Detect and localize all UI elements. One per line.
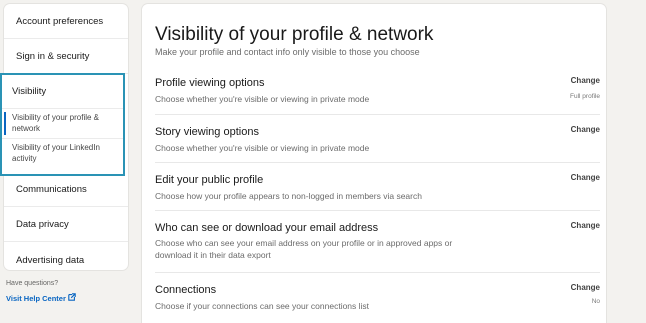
setting-description: Choose whether you're visible or viewing… bbox=[155, 94, 370, 104]
setting-value: No bbox=[591, 298, 600, 305]
setting-row-story-viewing[interactable]: Story viewing options Choose whether you… bbox=[155, 114, 600, 162]
page-subtitle: Make your profile and contact info only … bbox=[155, 47, 420, 57]
help-question: Have questions? bbox=[6, 280, 59, 287]
nav-label: Advertising data bbox=[16, 254, 85, 266]
nav-sub-label: Visibility of your LinkedIn activity bbox=[12, 143, 100, 163]
nav-sub-linkedin-activity[interactable]: Visibility of your LinkedIn activity bbox=[2, 139, 123, 168]
setting-title: Connections bbox=[155, 284, 217, 296]
change-button[interactable]: Change bbox=[571, 125, 600, 134]
setting-value: Full profile bbox=[570, 93, 600, 100]
nav-data-privacy[interactable]: Data privacy bbox=[4, 207, 128, 242]
setting-title: Profile viewing options bbox=[155, 77, 265, 89]
nav-label: Sign in & security bbox=[16, 50, 90, 62]
nav-visibility-group: Visibility Visibility of your profile & … bbox=[0, 73, 125, 176]
setting-description: Choose who can see your email address on… bbox=[155, 238, 453, 260]
nav-sign-in-security[interactable]: Sign in & security bbox=[4, 39, 128, 74]
setting-row-connections[interactable]: Connections Choose if your connections c… bbox=[155, 272, 600, 323]
external-link-icon bbox=[68, 293, 76, 303]
setting-title: Who can see or download your email addre… bbox=[155, 222, 379, 234]
change-button[interactable]: Change bbox=[571, 76, 600, 85]
nav-sub-label: Visibility of your profile & network bbox=[12, 113, 99, 133]
nav-label: Data privacy bbox=[16, 218, 69, 230]
help-section: Have questions? Visit Help Center bbox=[6, 280, 76, 303]
nav-visibility[interactable]: Visibility bbox=[2, 75, 123, 109]
setting-row-email-visibility[interactable]: Who can see or download your email addre… bbox=[155, 210, 600, 272]
change-button[interactable]: Change bbox=[571, 283, 600, 292]
nav-label: Account preferences bbox=[16, 15, 104, 27]
sidebar-lower-items: Communications Data privacy Advertising … bbox=[4, 172, 128, 278]
setting-row-profile-viewing[interactable]: Profile viewing options Choose whether y… bbox=[155, 66, 600, 114]
setting-title: Edit your public profile bbox=[155, 174, 264, 186]
setting-description: Choose if your connections can see your … bbox=[155, 301, 370, 311]
help-center-label: Visit Help Center bbox=[6, 293, 66, 303]
setting-row-public-profile[interactable]: Edit your public profile Choose how your… bbox=[155, 162, 600, 210]
help-center-link[interactable]: Visit Help Center bbox=[6, 293, 76, 303]
nav-advertising-data[interactable]: Advertising data bbox=[4, 242, 128, 278]
settings-main-panel: Visibility of your profile & network Mak… bbox=[142, 4, 606, 323]
setting-title: Story viewing options bbox=[155, 126, 259, 138]
change-button[interactable]: Change bbox=[571, 221, 600, 230]
setting-description: Choose whether you're visible or viewing… bbox=[155, 143, 370, 153]
nav-communications[interactable]: Communications bbox=[4, 172, 128, 207]
nav-label: Communications bbox=[16, 183, 87, 195]
setting-description: Choose how your profile appears to non-l… bbox=[155, 191, 422, 201]
nav-label: Visibility bbox=[12, 86, 47, 97]
nav-sub-profile-network[interactable]: Visibility of your profile & network bbox=[2, 109, 123, 139]
nav-account-preferences[interactable]: Account preferences bbox=[4, 4, 128, 39]
change-button[interactable]: Change bbox=[571, 173, 600, 182]
page-title: Visibility of your profile & network bbox=[155, 24, 434, 45]
